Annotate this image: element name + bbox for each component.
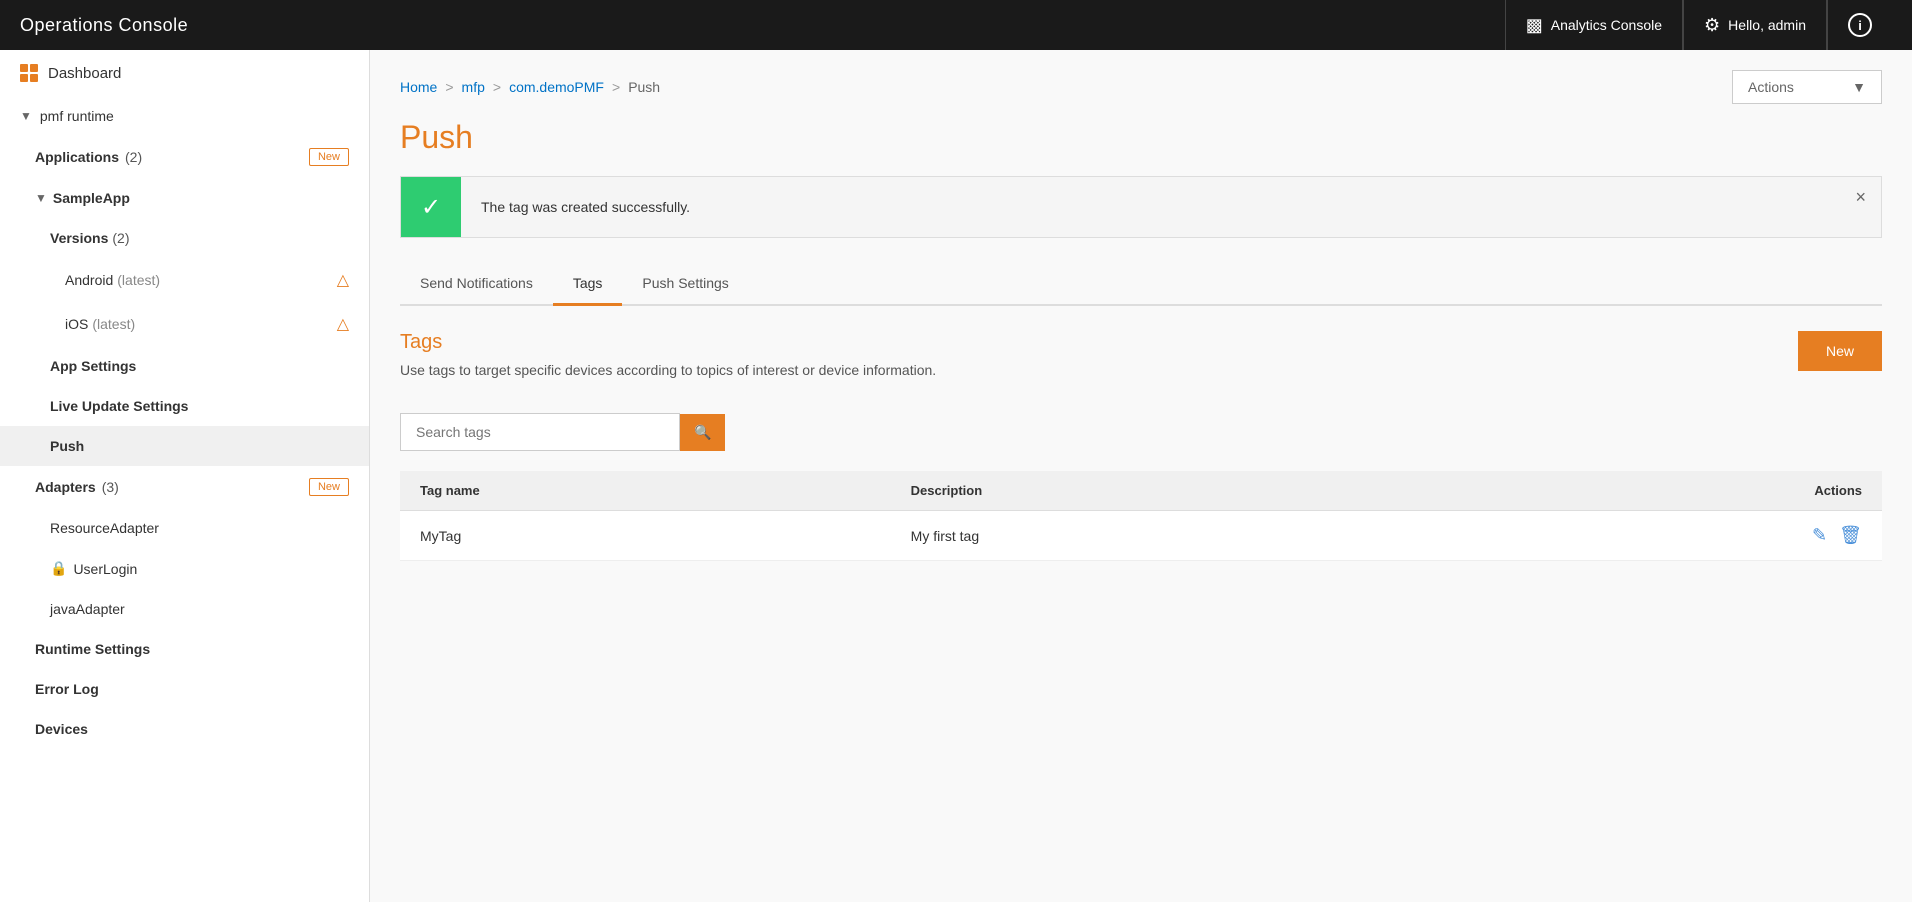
lock-icon: 🔒 (50, 560, 67, 577)
actions-label: Actions (1748, 79, 1794, 95)
search-button[interactable]: 🔍 (680, 414, 725, 451)
info-button[interactable]: i (1827, 0, 1892, 50)
breadcrumb-push: Push (628, 79, 660, 95)
sidebar-item-sampleapp[interactable]: ▼ SampleApp (0, 178, 369, 218)
col-description: Description (891, 471, 1440, 511)
col-actions: Actions (1439, 471, 1882, 511)
runtime-settings-label: Runtime Settings (35, 641, 150, 657)
new-tag-button[interactable]: New (1798, 331, 1882, 371)
actions-dropdown[interactable]: Actions ▼ (1732, 70, 1882, 104)
adapters-new-badge: New (309, 478, 349, 496)
header-right: ▩ Analytics Console ⚙ Hello, admin i (1505, 0, 1892, 50)
sidebar-item-app-settings[interactable]: App Settings (0, 346, 369, 386)
sidebar-item-runtime-settings[interactable]: Runtime Settings (0, 629, 369, 669)
page-title: Push (400, 119, 1882, 156)
devices-label: Devices (35, 721, 88, 737)
java-adapter-label: javaAdapter (50, 601, 125, 617)
analytics-icon: ▩ (1526, 15, 1543, 36)
sidebar-item-devices[interactable]: Devices (0, 709, 369, 749)
error-log-label: Error Log (35, 681, 99, 697)
warning-icon: △ (337, 270, 349, 290)
check-icon: ✓ (421, 193, 441, 222)
sidebar-item-resource-adapter[interactable]: ResourceAdapter (0, 508, 369, 548)
android-label: Android (65, 272, 113, 288)
warning-icon: △ (337, 314, 349, 334)
breadcrumb-com-demo-pmf[interactable]: com.demoPMF (509, 79, 604, 95)
sidebar-item-ios[interactable]: iOS (latest) △ (0, 302, 369, 346)
tags-table: Tag name Description Actions MyTag My fi… (400, 471, 1882, 561)
tab-push-settings[interactable]: Push Settings (622, 263, 748, 306)
sidebar-item-adapters[interactable]: Adapters (3) New (0, 466, 369, 508)
applications-count: (2) (125, 149, 142, 165)
analytics-label: Analytics Console (1551, 17, 1662, 33)
tag-description-cell: My first tag (891, 511, 1440, 561)
success-banner: ✓ The tag was created successfully. × (400, 176, 1882, 238)
applications-new-badge: New (309, 148, 349, 166)
sidebar-item-error-log[interactable]: Error Log (0, 669, 369, 709)
search-bar: 🔍 (400, 413, 1882, 451)
tag-actions-cell: ✎ 🗑 (1439, 511, 1882, 561)
search-icon: 🔍 (694, 424, 711, 440)
android-version: (latest) (117, 272, 160, 288)
dashboard-icon (20, 64, 38, 82)
table-row: MyTag My first tag ✎ 🗑 (400, 511, 1882, 561)
user-menu-button[interactable]: ⚙ Hello, admin (1683, 0, 1827, 50)
versions-label: Versions (50, 230, 108, 246)
tab-send-notifications[interactable]: Send Notifications (400, 263, 553, 306)
dashboard-label: Dashboard (48, 65, 121, 82)
col-tag-name: Tag name (400, 471, 891, 511)
success-icon-box: ✓ (401, 177, 461, 237)
content-area: Home > mfp > com.demoPMF > Push Actions … (370, 50, 1912, 902)
user-label: Hello, admin (1728, 17, 1806, 33)
section-description: Use tags to target specific devices acco… (400, 362, 936, 378)
pmf-runtime-label: pmf runtime (40, 108, 114, 124)
ios-version: (latest) (92, 316, 135, 332)
tag-name-cell: MyTag (400, 511, 891, 561)
tags-info: Tags Use tags to target specific devices… (400, 331, 936, 398)
adapters-label: Adapters (35, 479, 96, 495)
app-settings-label: App Settings (50, 358, 136, 374)
live-update-label: Live Update Settings (50, 398, 188, 414)
resource-adapter-label: ResourceAdapter (50, 520, 159, 536)
top-header: Operations Console ▩ Analytics Console ⚙… (0, 0, 1912, 50)
sidebar: Dashboard ▼ pmf runtime Applications (2)… (0, 50, 370, 902)
sidebar-item-applications[interactable]: Applications (2) New (0, 136, 369, 178)
breadcrumb-mfp[interactable]: mfp (462, 79, 485, 95)
sidebar-item-dashboard[interactable]: Dashboard (0, 50, 369, 96)
app-title: Operations Console (20, 15, 188, 36)
sidebar-item-push[interactable]: Push (0, 426, 369, 466)
tab-tags[interactable]: Tags (553, 263, 623, 306)
breadcrumb-path: Home > mfp > com.demoPMF > Push (400, 79, 660, 95)
delete-tag-button[interactable]: 🗑 (1839, 525, 1862, 546)
sidebar-item-live-update[interactable]: Live Update Settings (0, 386, 369, 426)
applications-label: Applications (35, 149, 119, 165)
sidebar-item-versions[interactable]: Versions (2) (0, 218, 369, 258)
sidebar-item-java-adapter[interactable]: javaAdapter (0, 589, 369, 629)
close-banner-button[interactable]: × (1855, 187, 1866, 208)
section-title: Tags (400, 331, 936, 354)
sidebar-item-user-login[interactable]: 🔒 UserLogin (0, 548, 369, 589)
success-message: The tag was created successfully. (461, 199, 1881, 215)
breadcrumb: Home > mfp > com.demoPMF > Push Actions … (400, 70, 1882, 104)
analytics-console-button[interactable]: ▩ Analytics Console (1505, 0, 1683, 50)
user-login-label: UserLogin (73, 561, 137, 577)
tags-header: Tags Use tags to target specific devices… (400, 331, 1882, 398)
versions-count: (2) (112, 230, 129, 246)
sampleapp-label: SampleApp (53, 190, 130, 206)
sidebar-item-android[interactable]: Android (latest) △ (0, 258, 369, 302)
info-icon: i (1848, 13, 1872, 37)
ios-label: iOS (65, 316, 88, 332)
breadcrumb-home[interactable]: Home (400, 79, 437, 95)
chevron-down-icon: ▼ (35, 191, 47, 205)
tabs-container: Send Notifications Tags Push Settings (400, 263, 1882, 306)
search-input[interactable] (400, 413, 680, 451)
table-header-row: Tag name Description Actions (400, 471, 1882, 511)
chevron-down-icon: ▼ (20, 109, 32, 123)
chevron-down-icon: ▼ (1852, 79, 1866, 95)
push-label: Push (50, 438, 84, 454)
gear-icon: ⚙ (1704, 15, 1720, 36)
adapters-count: (3) (102, 479, 119, 495)
edit-tag-button[interactable]: ✎ (1812, 525, 1827, 546)
sidebar-item-pmf-runtime[interactable]: ▼ pmf runtime (0, 96, 369, 136)
